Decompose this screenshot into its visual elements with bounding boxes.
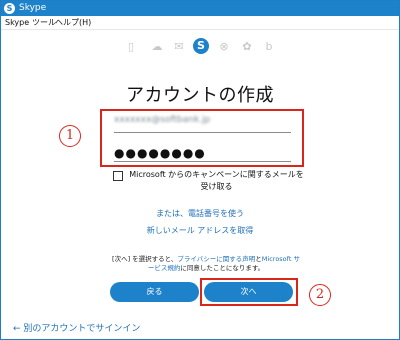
terms-notice: [次へ] を選択すると、プライバシーに関する声明とMicrosoft サービス規… — [111, 255, 301, 273]
email-value: xxxxxxx@softbank.jp — [114, 115, 211, 125]
menu-bar: Skype ツール ヘルプ(H) — [1, 16, 399, 30]
next-button[interactable]: 次へ — [204, 282, 293, 302]
skype-window: S Skype Skype ツール ヘルプ(H) ▯ ☁ ✉ S ⊗ ✿ b ア… — [0, 0, 400, 340]
menu-skype[interactable]: Skype — [5, 17, 29, 29]
xbox-icon: ⊗ — [219, 40, 229, 53]
msn-icon: ✿ — [242, 40, 252, 53]
annotation-number-2: 2 — [309, 284, 331, 306]
marketing-email-label: Microsoft からのキャンペーンに関するメールを受け取る — [129, 170, 304, 191]
footer: ← 別のアカウントでサインイン — [1, 319, 399, 339]
signin-other-account-link[interactable]: ← 別のアカウントでサインイン — [13, 323, 140, 335]
email-field[interactable]: xxxxxxx@softbank.jp — [114, 115, 291, 133]
microsoft-services-bar: ▯ ☁ ✉ S ⊗ ✿ b — [1, 38, 399, 57]
onedrive-icon: ☁ — [151, 40, 163, 53]
use-phone-link[interactable]: または、電話番号を使う — [1, 208, 399, 219]
menu-tools[interactable]: ツール — [32, 17, 56, 29]
terms-prefix: [次へ] を選択すると、 — [112, 255, 178, 263]
get-new-email-link[interactable]: 新しいメール アドレスを取得 — [1, 225, 399, 236]
menu-help[interactable]: ヘルプ(H) — [55, 17, 91, 29]
title-bar: S Skype — [1, 1, 399, 16]
office-icon: ▯ — [127, 40, 135, 53]
marketing-email-checkbox[interactable] — [113, 171, 123, 181]
skype-icon: S — [193, 38, 209, 54]
outlook-icon: ✉ — [174, 40, 184, 53]
bing-icon: b — [265, 40, 273, 53]
terms-suffix: に同意したことになります。 — [180, 264, 265, 272]
annotation-number-1: 1 — [59, 125, 81, 147]
skype-app-icon: S — [4, 3, 15, 14]
back-button[interactable]: 戻る — [110, 282, 199, 302]
page-title: アカウントの作成 — [126, 85, 274, 106]
window-title: Skype — [19, 3, 47, 13]
password-field[interactable]: ●●●●●●●● — [114, 144, 291, 162]
privacy-statement-link[interactable]: プライバシーに関する声明 — [177, 255, 255, 263]
